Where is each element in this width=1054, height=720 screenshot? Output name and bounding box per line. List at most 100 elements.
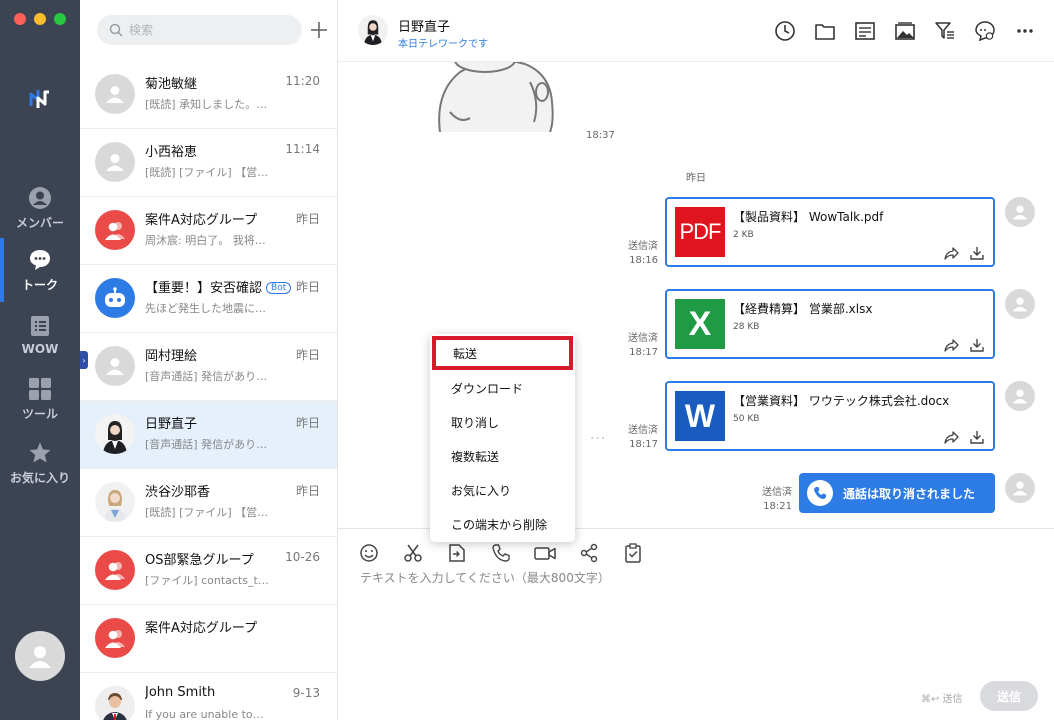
conversation-item[interactable]: 菊池敏継 11:20 [既読] 承知しました。… (80, 61, 337, 129)
send-button[interactable]: 送信 (980, 681, 1038, 711)
message-more-dots[interactable]: ··· (590, 431, 606, 447)
message-meta: 送信済 18:17 (628, 333, 658, 358)
chat-settings-icon (975, 21, 995, 42)
menu-item-recall[interactable]: 取り消し (430, 405, 575, 439)
file-message[interactable]: X 【経費精算】 営業部.xlsx 28 KB (665, 289, 995, 359)
bot-avatar (95, 278, 135, 318)
group-icon (105, 562, 125, 580)
person-icon (106, 358, 124, 375)
conversation-item[interactable]: 渋谷沙耶香 昨日 [既読] [ファイル] 【営… (80, 469, 337, 537)
avatar (95, 686, 135, 720)
person-icon (1012, 297, 1028, 312)
nav-wow[interactable]: WOW (0, 303, 80, 367)
download-button[interactable] (969, 429, 985, 445)
conversation-preview: [音声通話] 発信があり… (145, 370, 268, 383)
pdf-file-icon: PDF (675, 207, 725, 257)
share-contact-button[interactable] (577, 541, 601, 565)
excel-file-icon: X (675, 299, 725, 349)
message-input[interactable] (360, 569, 1020, 649)
person-icon (106, 154, 124, 171)
share-icon (943, 339, 959, 352)
person-photo-icon (104, 490, 126, 522)
collapse-sidebar-tab[interactable]: › (80, 351, 88, 369)
conversation-name: OS部緊急グループ (145, 553, 254, 568)
share-button[interactable] (943, 429, 959, 445)
call-message[interactable]: 通話は取り消されました (799, 473, 995, 513)
conversation-item[interactable]: 案件A対応グループ (80, 605, 337, 673)
file-upload-icon (449, 544, 465, 562)
emoji-button[interactable] (357, 541, 381, 565)
scissors-icon (404, 544, 422, 562)
search-box[interactable] (97, 15, 302, 45)
composer-toolbar (357, 541, 645, 565)
group-icon (105, 222, 125, 240)
attach-file-button[interactable] (445, 541, 469, 565)
close-window-button[interactable] (14, 13, 26, 25)
file-name: 【営業資料】 ワウテック株式会社.docx (733, 394, 950, 408)
emoji-icon (360, 544, 378, 562)
sticker-image[interactable] (430, 62, 560, 132)
conversation-item[interactable]: 岡村理絵 昨日 [音声通話] 発信があり… (80, 333, 337, 401)
contact-name: 日野直子 (398, 20, 451, 35)
conversation-time: 9-13 (292, 686, 320, 700)
filter-button[interactable] (932, 18, 958, 44)
filter-icon (935, 22, 954, 39)
nav-wow-label: WOW (21, 342, 59, 356)
header-toolbar (772, 18, 1038, 44)
conversation-item[interactable]: OS部緊急グループ 10-26 [ファイル] contacts_t… (80, 537, 337, 605)
screenshot-button[interactable] (401, 541, 425, 565)
file-name: 【製品資料】 WowTalk.pdf (733, 210, 884, 224)
conversation-item[interactable]: 案件A対応グループ 昨日 周沐宸: 明白了。 我将… (80, 197, 337, 265)
conversation-time: 10-26 (285, 550, 320, 564)
task-button[interactable] (621, 541, 645, 565)
app-rail: メンバー トーク WOW ツール お気に入り (0, 0, 80, 720)
conversation-item-selected[interactable]: 日野直子 昨日 [音声通話] 発信があり… (80, 401, 337, 469)
notes-button[interactable] (852, 18, 878, 44)
voice-call-button[interactable] (489, 541, 513, 565)
search-icon (109, 23, 123, 37)
folder-icon (815, 24, 835, 40)
conversation-name: 菊池敏継 (145, 77, 198, 92)
avatar (95, 414, 135, 454)
nav-talk[interactable]: トーク (0, 238, 80, 302)
more-icon (1017, 29, 1033, 33)
conversation-name: 案件A対応グループ (145, 213, 258, 228)
conversation-item[interactable]: 小西裕恵 11:14 [既読] [ファイル] 【営… (80, 129, 337, 197)
menu-item-download[interactable]: ダウンロード (430, 371, 575, 405)
menu-item-delete-local[interactable]: この端末から削除 (430, 507, 575, 541)
menu-item-multi-forward[interactable]: 複数転送 (430, 439, 575, 473)
message-meta: 送信済 18:21 (762, 487, 792, 512)
conversation-preview: [ファイル] contacts_t… (145, 574, 269, 587)
person-photo-icon (364, 20, 382, 45)
new-chat-button[interactable] (307, 18, 331, 42)
phone-icon (807, 480, 833, 506)
more-button[interactable] (1012, 18, 1038, 44)
contact-avatar[interactable] (358, 15, 388, 45)
nav-favorites[interactable]: お気に入り (0, 431, 80, 495)
video-call-button[interactable] (533, 541, 557, 565)
message-time: 18:37 (586, 130, 615, 141)
person-photo-icon (103, 421, 127, 454)
conversation-item[interactable]: 【重要！】安否確認 Bot 昨日 先ほど発生した地震に… (80, 265, 337, 333)
file-message[interactable]: PDF 【製品資料】 WowTalk.pdf 2 KB (665, 197, 995, 267)
menu-item-favorite[interactable]: お気に入り (430, 473, 575, 507)
clock-icon (775, 21, 795, 41)
menu-item-forward[interactable]: 転送 (432, 336, 573, 370)
album-button[interactable] (892, 18, 918, 44)
share-button[interactable] (943, 245, 959, 261)
message-meta: 送信済 18:16 (628, 241, 658, 266)
search-input[interactable] (129, 23, 289, 37)
download-button[interactable] (969, 337, 985, 353)
nav-tools[interactable]: ツール (0, 367, 80, 431)
conversation-item[interactable]: John Smith 9-13 If you are unable to… (80, 673, 337, 720)
file-message[interactable]: W 【営業資料】 ワウテック株式会社.docx 50 KB (665, 381, 995, 451)
nav-members[interactable]: メンバー (0, 176, 80, 240)
files-button[interactable] (812, 18, 838, 44)
chat-settings-button[interactable] (972, 18, 998, 44)
minimize-window-button[interactable] (34, 13, 46, 25)
my-avatar[interactable] (15, 631, 65, 681)
zoom-window-button[interactable] (54, 13, 66, 25)
share-button[interactable] (943, 337, 959, 353)
history-button[interactable] (772, 18, 798, 44)
download-button[interactable] (969, 245, 985, 261)
